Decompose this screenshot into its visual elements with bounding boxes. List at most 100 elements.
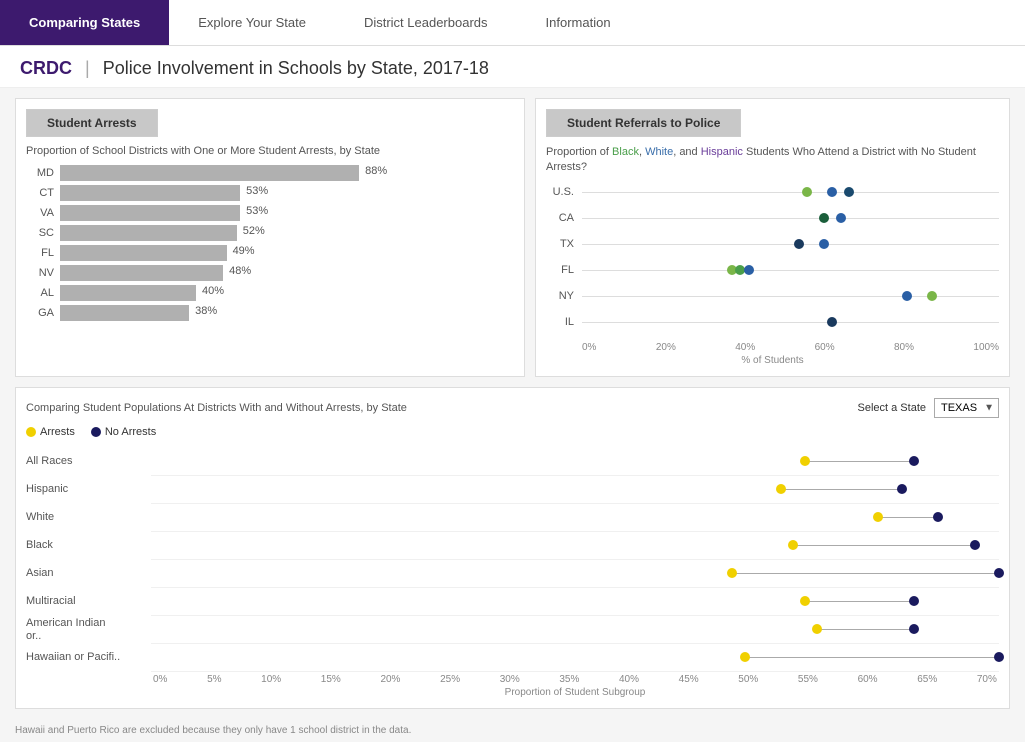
h-line <box>732 573 999 574</box>
nav-item-comparing-states[interactable]: Comparing States <box>0 0 169 45</box>
bar-container: 40% <box>60 285 400 301</box>
legend-label-arrests: Arrests <box>40 426 75 438</box>
dot-axis-line <box>582 218 999 219</box>
bar-row-fl: FL 49% <box>26 245 474 261</box>
legend-dot-no-arrests <box>91 427 101 437</box>
bar-chart: MD88% CT 53% VA 53% SC 52% FL 49% NV48% AL40% GA 38% <box>26 165 514 321</box>
state-select[interactable]: TEXAS <box>934 398 999 418</box>
bar-fill: 49% <box>60 245 227 261</box>
dot-row-tx: TX <box>546 236 999 252</box>
bar-pct-label: 53% <box>246 205 268 217</box>
left-panel: Student Arrests Proportion of School Dis… <box>15 98 525 377</box>
bar-row-ga: GA 38% <box>26 305 474 321</box>
arrest-dot <box>788 540 798 550</box>
bottom-row-label: Hawaiian or Pacifi.. <box>26 644 151 672</box>
h-line <box>793 545 975 546</box>
no-arrest-dot <box>933 512 943 522</box>
state-select-wrapper[interactable]: TEXAS ▼ <box>934 398 999 418</box>
left-chart-title: Proportion of School Districts with One … <box>26 145 514 157</box>
dot-line-area <box>582 210 999 226</box>
bar-label: VA <box>26 207 54 219</box>
dot-line-area <box>582 314 999 330</box>
legend-label-no-arrests: No Arrests <box>105 426 156 438</box>
x-tick: 15% <box>321 674 341 685</box>
dot-row-ca: CA <box>546 210 999 226</box>
bar-row-nv: NV48% <box>26 265 474 281</box>
bar-fill: 52% <box>60 225 237 241</box>
x-tick-60: 60% <box>815 342 835 353</box>
bottom-chart-row <box>151 588 999 616</box>
bottom-x-label: Proportion of Student Subgroup <box>151 687 999 698</box>
dot-row-label: IL <box>546 316 574 328</box>
x-tick: 35% <box>559 674 579 685</box>
bottom-row-label: White <box>26 504 151 532</box>
right-panel: Student Referrals to Police Proportion o… <box>535 98 1010 377</box>
x-tick: 10% <box>261 674 281 685</box>
arrest-dot <box>740 652 750 662</box>
bottom-chart-area: All RacesHispanicWhiteBlackAsianMultirac… <box>26 448 999 698</box>
dot-marker <box>844 187 854 197</box>
no-arrest-dot <box>994 568 1004 578</box>
x-tick: 0% <box>153 674 167 685</box>
tab-student-arrests[interactable]: Student Arrests <box>26 109 158 137</box>
x-tick-80: 80% <box>894 342 914 353</box>
bar-row-md: MD88% <box>26 165 474 181</box>
bar-pct-label: 49% <box>233 245 255 257</box>
bottom-chart-plot: 0%5%10%15%20%25%30%35%40%45%50%55%60%65%… <box>151 448 999 698</box>
right-tab-bar: Student Referrals to Police <box>546 109 999 137</box>
x-tick: 45% <box>679 674 699 685</box>
x-tick: 30% <box>500 674 520 685</box>
bottom-chart-title: Comparing Student Populations At Distric… <box>26 402 407 414</box>
bottom-row-label: American Indianor.. <box>26 616 151 644</box>
dot-marker <box>836 213 846 223</box>
x-tick: 25% <box>440 674 460 685</box>
x-tick: 5% <box>207 674 221 685</box>
bar-label: CT <box>26 187 54 199</box>
bottom-chart-row <box>151 616 999 644</box>
nav-item-district-leaderboards[interactable]: District Leaderboards <box>335 0 517 45</box>
bottom-chart-row <box>151 476 999 504</box>
bar-fill: 53% <box>60 205 240 221</box>
bar-container: 53% <box>60 185 400 201</box>
hispanic-label: Hispanic <box>701 146 743 158</box>
x-tick: 40% <box>619 674 639 685</box>
bar-row-al: AL40% <box>26 285 474 301</box>
nav-item-information[interactable]: Information <box>517 0 640 45</box>
bottom-row-labels: All RacesHispanicWhiteBlackAsianMultirac… <box>26 448 151 698</box>
bar-container: 52% <box>60 225 400 241</box>
dot-row-label: CA <box>546 212 574 224</box>
h-line <box>805 601 914 602</box>
main-content: Student Arrests Proportion of School Dis… <box>0 88 1025 719</box>
bar-label: FL <box>26 247 54 259</box>
bottom-row-label: Asian <box>26 560 151 588</box>
arrest-dot <box>727 568 737 578</box>
dot-axis-line <box>582 192 999 193</box>
bottom-row-label: Black <box>26 532 151 560</box>
bar-pct-label: 53% <box>246 185 268 197</box>
tab-student-referrals[interactable]: Student Referrals to Police <box>546 109 741 137</box>
arrest-dot <box>776 484 786 494</box>
dot-line-area <box>582 288 999 304</box>
nav-item-explore-your-state[interactable]: Explore Your State <box>169 0 335 45</box>
bar-row-va: VA 53% <box>26 205 474 221</box>
bar-row-ct: CT 53% <box>26 185 474 201</box>
dot-marker <box>927 291 937 301</box>
dot-line-area <box>582 262 999 278</box>
tab-bar: Student Arrests <box>26 109 514 137</box>
bar-container: 49% <box>60 245 400 261</box>
dot-line-area <box>582 184 999 200</box>
arrest-dot <box>812 624 822 634</box>
dot-row-fl: FL <box>546 262 999 278</box>
dot-marker <box>794 239 804 249</box>
bar-pct-label: 40% <box>202 285 224 297</box>
right-chart-title: Proportion of Black, White, and Hispanic… <box>546 145 999 176</box>
bottom-panel: Comparing Student Populations At Distric… <box>15 387 1010 709</box>
h-line <box>817 629 914 630</box>
bar-fill: 38% <box>60 305 189 321</box>
bar-label: GA <box>26 307 54 319</box>
bar-label: SC <box>26 227 54 239</box>
x-tick-0: 0% <box>582 342 596 353</box>
bar-fill: 88% <box>60 165 359 181</box>
state-select-area: Select a State TEXAS ▼ <box>858 398 1000 418</box>
page-header: CRDC | Police Involvement in Schools by … <box>0 46 1025 88</box>
